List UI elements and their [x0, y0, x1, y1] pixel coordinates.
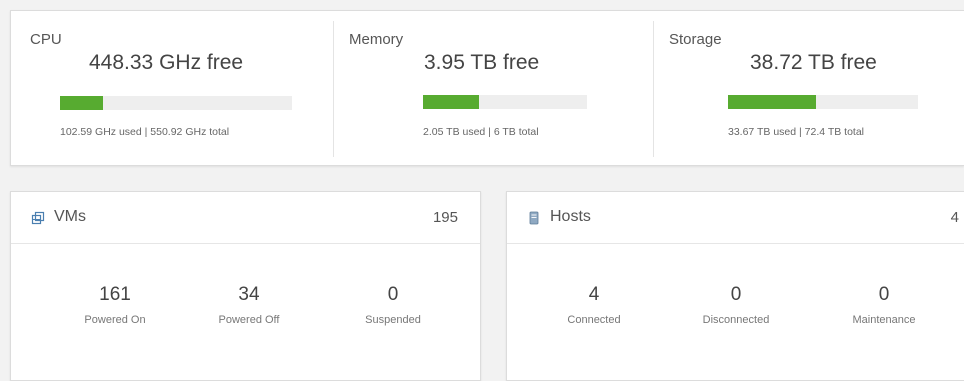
stat-value: 34 — [238, 284, 260, 305]
cpu-usage-fill — [60, 96, 104, 110]
host-icon — [529, 211, 539, 225]
stat-value: 0 — [878, 284, 890, 305]
hosts-stat-connected[interactable]: 4 Connected — [534, 284, 654, 326]
vm-icon — [31, 211, 45, 225]
hosts-title: Hosts — [550, 208, 591, 225]
vms-count: 195 — [432, 209, 458, 226]
stat-value: 4 — [588, 284, 600, 305]
memory-resource: Memory 3.95 TB free 2.05 TB used | 6 TB … — [333, 21, 653, 157]
stat-label: Connected — [567, 314, 621, 326]
vms-stat-powered-off[interactable]: 34 Powered Off — [189, 284, 309, 326]
stat-value: 0 — [730, 284, 742, 305]
memory-usage-fill — [423, 95, 480, 109]
storage-detail: 33.67 TB used | 72.4 TB total — [728, 126, 865, 138]
storage-free: 38.72 TB free — [750, 51, 877, 74]
storage-resource: Storage 38.72 TB free 33.67 TB used | 72… — [653, 21, 964, 157]
memory-detail: 2.05 TB used | 6 TB total — [423, 126, 539, 138]
vms-card: VMs 195 161 Powered On 34 Powered Off 0 … — [10, 191, 481, 381]
cpu-resource: CPU 448.33 GHz free 102.59 GHz used | 55… — [11, 11, 333, 167]
stat-label: Powered On — [84, 314, 146, 326]
memory-usage-bar — [423, 95, 587, 109]
stat-label: Maintenance — [852, 314, 916, 326]
stat-label: Disconnected — [702, 314, 770, 326]
storage-usage-fill — [728, 95, 817, 109]
hosts-count: 4 — [950, 209, 959, 226]
stat-label: Suspended — [365, 314, 421, 326]
cpu-usage-bar — [60, 96, 292, 110]
memory-free: 3.95 TB free — [424, 51, 540, 74]
cpu-free: 448.33 GHz free — [89, 51, 244, 74]
vms-card-header[interactable]: VMs 195 — [11, 192, 480, 244]
stat-label: Powered Off — [218, 314, 280, 326]
stat-value: 0 — [387, 284, 399, 305]
storage-usage-bar — [728, 95, 918, 109]
hosts-card-header[interactable]: Hosts 4 — [507, 192, 964, 244]
vms-stat-powered-on[interactable]: 161 Powered On — [55, 284, 175, 326]
stat-value: 161 — [99, 284, 131, 305]
vms-stat-suspended[interactable]: 0 Suspended — [333, 284, 453, 326]
hosts-stat-maintenance[interactable]: 0 Maintenance — [824, 284, 944, 326]
hosts-stat-disconnected[interactable]: 0 Disconnected — [676, 284, 796, 326]
storage-title: Storage — [669, 31, 722, 48]
vms-title: VMs — [54, 208, 86, 225]
cpu-title: CPU — [30, 31, 62, 48]
resources-panel: CPU 448.33 GHz free 102.59 GHz used | 55… — [10, 10, 964, 166]
cpu-detail: 102.59 GHz used | 550.92 GHz total — [60, 126, 230, 138]
hosts-card: Hosts 4 4 Connected 0 Disconnected 0 Mai… — [506, 191, 964, 381]
memory-title: Memory — [349, 31, 404, 48]
